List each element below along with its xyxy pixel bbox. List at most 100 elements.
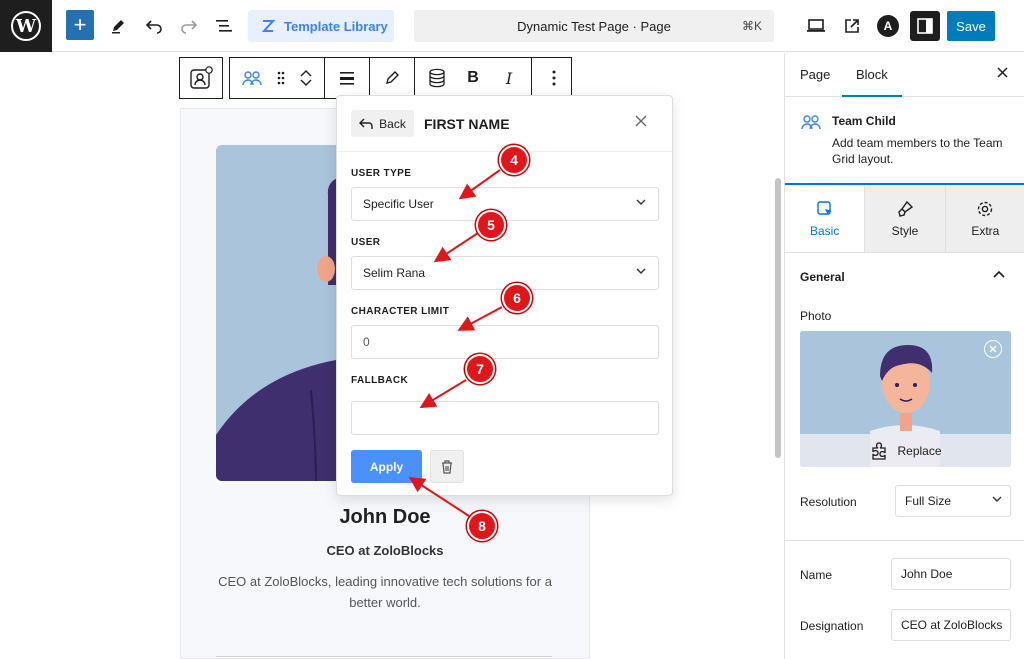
back-label: Back	[379, 116, 406, 131]
photo-preview[interactable]: Replace	[800, 331, 1011, 467]
popover-header: Back FIRST NAME	[337, 96, 672, 152]
redo-button[interactable]	[173, 10, 205, 42]
card-member-designation[interactable]: CEO at ZoloBlocks	[180, 543, 590, 558]
save-button[interactable]: Save	[947, 11, 995, 41]
italic-button[interactable]: I	[493, 62, 525, 94]
redo-icon	[181, 20, 198, 34]
undo-button[interactable]	[138, 10, 170, 42]
template-library-button[interactable]: Template Library	[248, 10, 394, 42]
preview-button[interactable]	[800, 10, 832, 42]
back-arrow-icon	[359, 118, 373, 129]
bold-button[interactable]: B	[457, 62, 489, 94]
back-button[interactable]: Back	[351, 110, 414, 137]
replace-label: Replace	[897, 443, 942, 458]
close-sidebar-button[interactable]	[997, 65, 1008, 82]
move-buttons[interactable]	[294, 62, 318, 94]
name-value: John Doe	[901, 567, 953, 581]
pen-icon	[386, 71, 399, 84]
close-icon	[989, 345, 997, 353]
user-type-select[interactable]: Specific User	[351, 187, 659, 221]
user-type-label: USER TYPE	[351, 168, 412, 179]
chevron-up-icon[interactable]	[993, 267, 1005, 281]
designation-label: Designation	[800, 619, 864, 633]
cursor-select-icon	[816, 200, 832, 215]
user-select[interactable]: Selim Rana	[351, 256, 659, 290]
apply-button[interactable]: Apply	[351, 450, 422, 483]
close-icon	[997, 67, 1008, 78]
tools-button[interactable]	[102, 10, 134, 42]
chevron-up-icon[interactable]	[300, 69, 312, 77]
trash-icon	[442, 459, 452, 474]
align-center-icon	[340, 72, 354, 85]
user-value: Selim Rana	[363, 266, 426, 280]
block-type-button[interactable]	[236, 62, 268, 94]
undo-icon	[145, 20, 162, 34]
resolution-label: Resolution	[800, 495, 857, 509]
editor-top-bar: W + Template Library Dynamic Test Page ·…	[0, 0, 1024, 52]
popover-close-button[interactable]	[635, 114, 647, 132]
block-toolbar-group-more	[532, 58, 576, 98]
tab-basic[interactable]: Basic	[785, 185, 865, 252]
chevron-down-icon	[636, 198, 646, 209]
tab-basic-label: Basic	[809, 223, 840, 238]
zolo-logo-icon	[261, 20, 276, 32]
character-limit-label: CHARACTER LIMIT	[351, 306, 450, 317]
character-limit-input[interactable]: 0	[351, 325, 659, 359]
astra-button[interactable]: A	[872, 10, 904, 42]
settings-sidebar-toggle[interactable]	[910, 11, 940, 41]
fallback-input[interactable]	[351, 401, 659, 435]
character-limit-value: 0	[363, 335, 370, 349]
view-page-button[interactable]	[836, 10, 868, 42]
tab-block[interactable]: Block	[842, 67, 902, 97]
annotation-marker-8: 8	[467, 511, 497, 541]
highlight-button[interactable]	[376, 62, 408, 94]
name-input[interactable]: John Doe	[891, 558, 1011, 590]
block-toolbar-group-align	[325, 58, 370, 98]
chevron-down-icon[interactable]	[300, 79, 312, 87]
user-type-value: Specific User	[363, 197, 434, 211]
annotation-marker-6: 6	[502, 283, 532, 313]
team-members-icon	[242, 71, 262, 86]
remove-photo-button[interactable]	[984, 340, 1002, 358]
drag-handle[interactable]	[272, 62, 290, 94]
tab-extra[interactable]: Extra	[944, 185, 1024, 252]
team-members-icon	[801, 115, 821, 130]
resolution-select[interactable]: Full Size	[895, 485, 1011, 517]
sidebar-tabs: Page Block	[785, 53, 1024, 97]
annotation-marker-5: 5	[476, 210, 506, 240]
name-label: Name	[800, 568, 833, 582]
card-member-description[interactable]: CEO at ZoloBlocks, leading innovative te…	[210, 571, 560, 613]
more-options-button[interactable]	[538, 62, 570, 94]
tab-style[interactable]: Style	[864, 185, 945, 252]
replace-icon	[872, 441, 887, 460]
delete-dynamic-button[interactable]	[430, 450, 464, 483]
resolution-value: Full Size	[905, 494, 952, 508]
tab-page[interactable]: Page	[800, 67, 830, 82]
annotation-marker-7: 7	[465, 354, 495, 384]
chevron-down-icon	[636, 267, 646, 278]
canvas-scrollbar[interactable]	[775, 178, 781, 458]
settings-sidebar: Page Block Team Child Add team members t…	[784, 53, 1024, 659]
external-link-icon	[845, 19, 859, 33]
replace-photo-button[interactable]: Replace	[800, 434, 1011, 467]
laptop-icon	[807, 19, 825, 32]
general-section-title[interactable]: General	[800, 270, 845, 284]
dynamic-data-button[interactable]	[421, 62, 453, 94]
annotation-marker-4: 4	[499, 145, 529, 175]
card-member-name[interactable]: John Doe	[180, 506, 590, 529]
template-library-label: Template Library	[284, 18, 388, 34]
wordpress-logo-button[interactable]: W	[0, 0, 52, 52]
parent-block-selector[interactable]	[179, 57, 223, 99]
designation-input[interactable]: CEO at ZoloBlocks	[891, 609, 1011, 641]
pencil-icon	[112, 20, 124, 34]
document-overview-button[interactable]	[208, 10, 240, 42]
photo-label: Photo	[800, 309, 832, 323]
block-description: Add team members to the Team Grid layout…	[832, 136, 1003, 166]
wordpress-icon: W	[11, 11, 41, 41]
document-title-bar[interactable]: Dynamic Test Page · Page ⌘K	[414, 10, 774, 42]
align-button[interactable]	[331, 62, 363, 94]
italic-icon: I	[505, 68, 513, 88]
team-child-block-icon	[190, 66, 213, 89]
add-block-button[interactable]: +	[66, 10, 94, 40]
user-label: USER	[351, 237, 381, 248]
